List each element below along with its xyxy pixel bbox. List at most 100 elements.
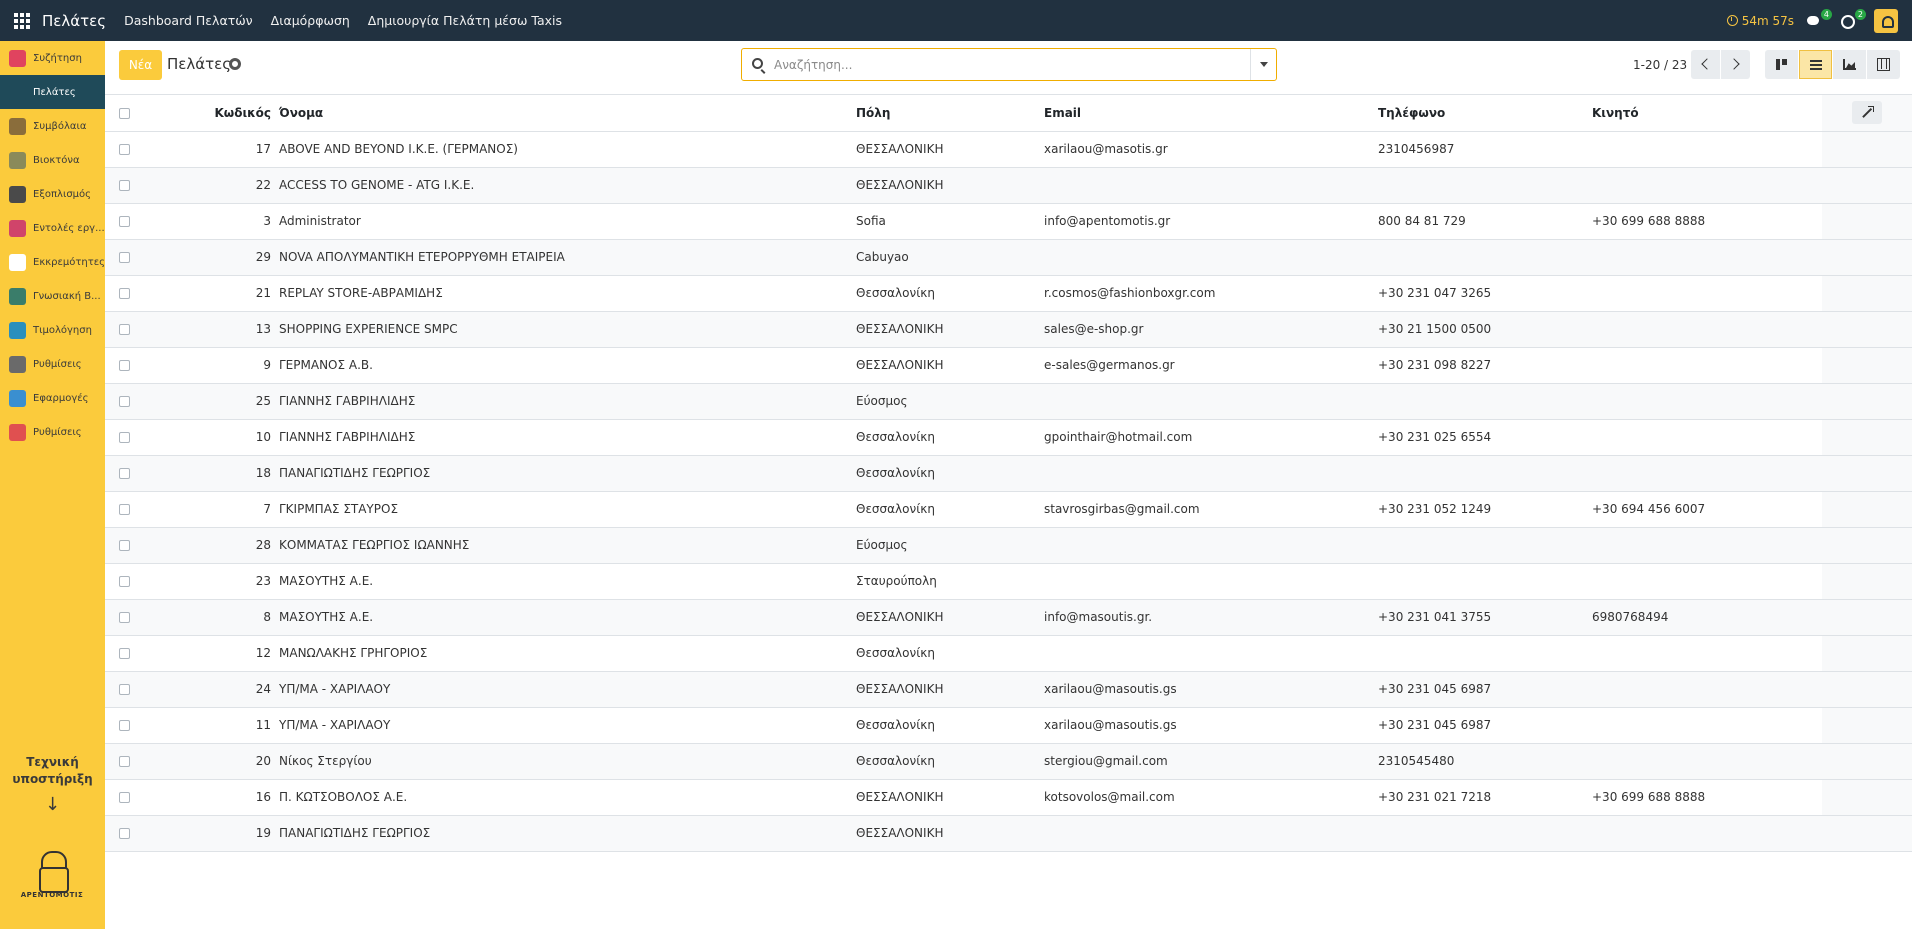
table-row[interactable]: 23 ΜΑΣΟΥΤΗΣ Α.Ε. Σταυρούπολη — [105, 563, 1912, 600]
row-checkbox[interactable] — [119, 756, 130, 767]
row-checkbox[interactable] — [119, 432, 130, 443]
table-row[interactable]: 11 ΥΠ/ΜΑ - ΧΑΡΙΛΑΟΥ Θεσσαλονίκη xarilaou@ma… — [105, 707, 1912, 744]
sidebar-item[interactable]: Εφαρμογές — [0, 381, 105, 415]
table-row[interactable]: 12 ΜΑΝΩΛΑΚΗΣ ΓΡΗΓΟΡΙΟΣ Θεσσαλονίκη — [105, 635, 1912, 672]
apps-menu-icon[interactable] — [12, 11, 32, 31]
search-options-toggle[interactable] — [1250, 49, 1276, 80]
sidebar-item[interactable]: Βιοκτόνα — [0, 143, 105, 177]
cell-name: ΓΙΑΝΝΗΣ ΓΑΒΡΙΗΛΙΔΗΣ — [275, 383, 852, 420]
table-row[interactable]: 13 SHOPPING EXPERIENCE SMPC ΘΕΣΣΑΛΟΝΙΚΗ sal… — [105, 311, 1912, 348]
cell-name: ΥΠ/ΜΑ - ΧΑΡΙΛΑΟΥ — [275, 671, 852, 708]
cell-phone — [1374, 815, 1588, 852]
column-header-name[interactable]: Όνομα — [275, 95, 852, 132]
map-view-button[interactable] — [1867, 50, 1900, 79]
sidebar-item[interactable]: Τιμολόγηση — [0, 313, 105, 347]
pager-previous-button[interactable] — [1691, 50, 1720, 79]
cell-code: 28 — [145, 527, 275, 564]
row-checkbox[interactable] — [119, 252, 130, 263]
row-checkbox[interactable] — [119, 720, 130, 731]
sidebar-item[interactable]: Ρυθμίσεις — [0, 415, 105, 449]
cell-spacer — [1822, 167, 1912, 204]
row-checkbox[interactable] — [119, 612, 130, 623]
table-row[interactable]: 18 ΠΑΝΑΓΙΩΤΙΔΗΣ ΓΕΩΡΓΙΟΣ Θεσσαλονίκη — [105, 455, 1912, 492]
cell-city: Θεσσαλονίκη — [852, 419, 1040, 456]
kanban-view-button[interactable] — [1765, 50, 1798, 79]
table-row[interactable]: 7 ΓΚΙΡΜΠΑΣ ΣΤΑΥΡΟΣ Θεσσαλονίκη stavrosgirba… — [105, 491, 1912, 528]
activities-icon[interactable]: 2 — [1840, 8, 1866, 29]
table-row[interactable]: 3 Administrator Sofia info@apentomotis.gr 80… — [105, 203, 1912, 240]
cell-phone — [1374, 563, 1588, 600]
table-row[interactable]: 29 NOVA ΑΠΟΛΥΜΑΝΤΙΚΗ ΕΤΕΡΟΡΡΥΘΜΗ ΕΤΑΙΡΕΙΑ… — [105, 239, 1912, 276]
user-avatar[interactable] — [1874, 8, 1898, 33]
cell-spacer — [1822, 419, 1912, 456]
column-header-email[interactable]: Email — [1040, 95, 1374, 132]
messages-icon[interactable]: 4 — [1806, 8, 1832, 29]
row-checkbox[interactable] — [119, 360, 130, 371]
cell-code: 29 — [145, 239, 275, 276]
sidebar-item[interactable]: Γνωσιακή Β... — [0, 279, 105, 313]
select-all-checkbox[interactable] — [119, 107, 130, 119]
graph-view-button[interactable] — [1833, 50, 1866, 79]
technical-support[interactable]: Τεχνική υποστήριξη ↓ — [0, 754, 105, 814]
pager-value[interactable]: 1-20 / 23 — [1633, 58, 1687, 72]
table-row[interactable]: 21 REPLAY STORE-ΑΒΡΑΜΙΔΗΣ Θεσσαλονίκη r.cos… — [105, 275, 1912, 312]
sidebar-item[interactable]: Εντολές εργ... — [0, 211, 105, 245]
column-header-city[interactable]: Πόλη — [852, 95, 1040, 132]
list-view-button[interactable] — [1799, 50, 1832, 79]
row-checkbox[interactable] — [119, 792, 130, 803]
table-row[interactable]: 28 ΚΟΜΜΑΤΑΣ ΓΕΩΡΓΙΟΣ ΙΩΑΝΝΗΣ Εύοσμος — [105, 527, 1912, 564]
cell-spacer — [1822, 239, 1912, 276]
table-row[interactable]: 22 ACCESS TO GENOME - ATG I.K.E. ΘΕΣΣΑΛΟΝΙ… — [105, 167, 1912, 204]
row-checkbox[interactable] — [119, 144, 130, 155]
table-row[interactable]: 19 ΠΑΝΑΓΙΩΤΙΔΗΣ ΓΕΩΡΓΙΟΣ ΘΕΣΣΑΛΟΝΙΚΗ — [105, 815, 1912, 852]
sidebar-item[interactable]: Εκκρεμότητες — [0, 245, 105, 279]
table-row[interactable]: 8 ΜΑΣΟΥΤΗΣ Α.Ε. ΘΕΣΣΑΛΟΝΙΚΗ info@masoutis.g… — [105, 599, 1912, 636]
app-title[interactable]: Πελάτες — [42, 12, 106, 30]
column-header-phone[interactable]: Τηλέφωνο — [1374, 95, 1588, 132]
row-checkbox[interactable] — [119, 540, 130, 551]
row-checkbox[interactable] — [119, 288, 130, 299]
row-checkbox[interactable] — [119, 684, 130, 695]
sidebar-item-label: Εκκρεμότητες — [33, 256, 105, 268]
cell-name: SHOPPING EXPERIENCE SMPC — [275, 311, 852, 348]
session-timer[interactable]: 54m 57s — [1726, 14, 1794, 28]
cell-city: Cabuyao — [852, 239, 1040, 276]
row-checkbox[interactable] — [119, 468, 130, 479]
cell-phone — [1374, 527, 1588, 564]
table-row[interactable]: 9 ΓΕΡΜΑΝΟΣ Α.Β. ΘΕΣΣΑΛΟΝΙΚΗ e-sales@germano… — [105, 347, 1912, 384]
row-checkbox[interactable] — [119, 180, 130, 191]
cell-code: 12 — [145, 635, 275, 672]
column-header-code[interactable]: Κωδικός — [145, 95, 275, 132]
sidebar-item[interactable]: Πελάτες — [0, 75, 105, 109]
sidebar-item[interactable]: Συμβόλαια — [0, 109, 105, 143]
table-row[interactable]: 25 ΓΙΑΝΝΗΣ ΓΑΒΡΙΗΛΙΔΗΣ Εύοσμος — [105, 383, 1912, 420]
sidebar-item[interactable]: Συζήτηση — [0, 41, 105, 75]
search-input[interactable] — [774, 55, 1224, 75]
row-checkbox[interactable] — [119, 648, 130, 659]
table-row[interactable]: 24 ΥΠ/ΜΑ - ΧΑΡΙΛΑΟΥ ΘΕΣΣΑΛΟΝΙΚΗ xarilaou@ma… — [105, 671, 1912, 708]
menu-configuration[interactable]: Διαμόρφωση — [271, 13, 350, 28]
cell-spacer — [1822, 347, 1912, 384]
gear-icon[interactable] — [229, 58, 241, 70]
expand-icon[interactable] — [1852, 101, 1882, 125]
table-row[interactable]: 17 ABOVE AND BEYOND I.K.E. (ΓΕΡΜΑΝΟΣ) ΘΕΣΣ… — [105, 131, 1912, 168]
table-row[interactable]: 16 Π. ΚΩΤΣΟΒΟΛΟΣ Α.Ε. ΘΕΣΣΑΛΟΝΙΚΗ kotsovolo… — [105, 779, 1912, 816]
row-checkbox[interactable] — [119, 828, 130, 839]
cell-city: Θεσσαλονίκη — [852, 743, 1040, 780]
table-row[interactable]: 10 ΓΙΑΝΝΗΣ ΓΑΒΡΙΗΛΙΔΗΣ Θεσσαλονίκη gpointha… — [105, 419, 1912, 456]
cell-spacer — [1822, 131, 1912, 168]
column-header-mobile[interactable]: Κινητό — [1588, 95, 1822, 132]
row-checkbox[interactable] — [119, 396, 130, 407]
cell-name: ΠΑΝΑΓΙΩΤΙΔΗΣ ΓΕΩΡΓΙΟΣ — [275, 815, 852, 852]
table-row[interactable]: 20 Νίκος Στεργίου Θεσσαλονίκη stergiou@gmai… — [105, 743, 1912, 780]
row-checkbox[interactable] — [119, 576, 130, 587]
sidebar-item[interactable]: Ρυθμίσεις — [0, 347, 105, 381]
menu-create-via-taxis[interactable]: Δημιουργία Πελάτη μέσω Taxis — [368, 13, 562, 28]
sidebar-item[interactable]: Εξοπλισμός — [0, 177, 105, 211]
row-checkbox[interactable] — [119, 504, 130, 515]
menu-dashboard[interactable]: Dashboard Πελατών — [124, 13, 253, 28]
row-checkbox[interactable] — [119, 216, 130, 227]
row-checkbox[interactable] — [119, 324, 130, 335]
new-button[interactable]: Νέα — [119, 50, 162, 80]
pager-next-button[interactable] — [1721, 50, 1750, 79]
